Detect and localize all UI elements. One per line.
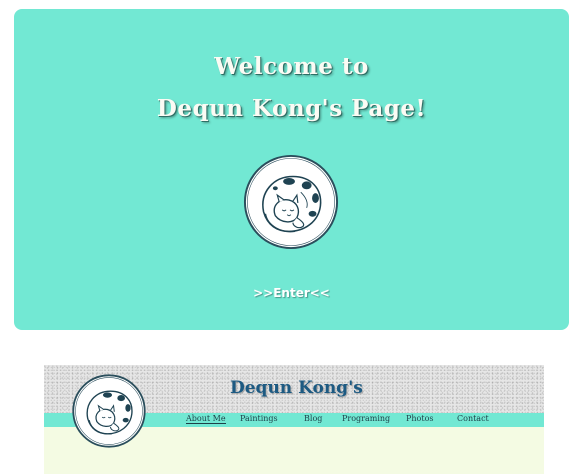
welcome-panel: Welcome to Dequn Kong's Page! >>Enter<< bbox=[14, 9, 569, 330]
preview-sleeping-cat-logo-icon[interactable] bbox=[71, 373, 147, 449]
welcome-title-line2: Dequn Kong's Page! bbox=[156, 95, 427, 122]
preview-site-title: Dequn Kong's bbox=[230, 378, 363, 398]
nav-paintings[interactable]: Paintings bbox=[240, 414, 278, 423]
nav-photos[interactable]: Photos bbox=[406, 414, 434, 423]
nav-contact[interactable]: Contact bbox=[457, 414, 489, 423]
enter-link[interactable]: >>Enter<< bbox=[14, 286, 569, 300]
nav-programing[interactable]: Programing bbox=[342, 414, 390, 423]
sleeping-cat-logo-icon[interactable] bbox=[242, 153, 340, 251]
site-preview: Dequn Kong's About Me Paintings Blog Pro… bbox=[44, 365, 544, 474]
welcome-title-line1: Welcome to bbox=[214, 53, 369, 80]
nav-blog[interactable]: Blog bbox=[304, 414, 322, 423]
nav-about-me[interactable]: About Me bbox=[186, 414, 226, 424]
